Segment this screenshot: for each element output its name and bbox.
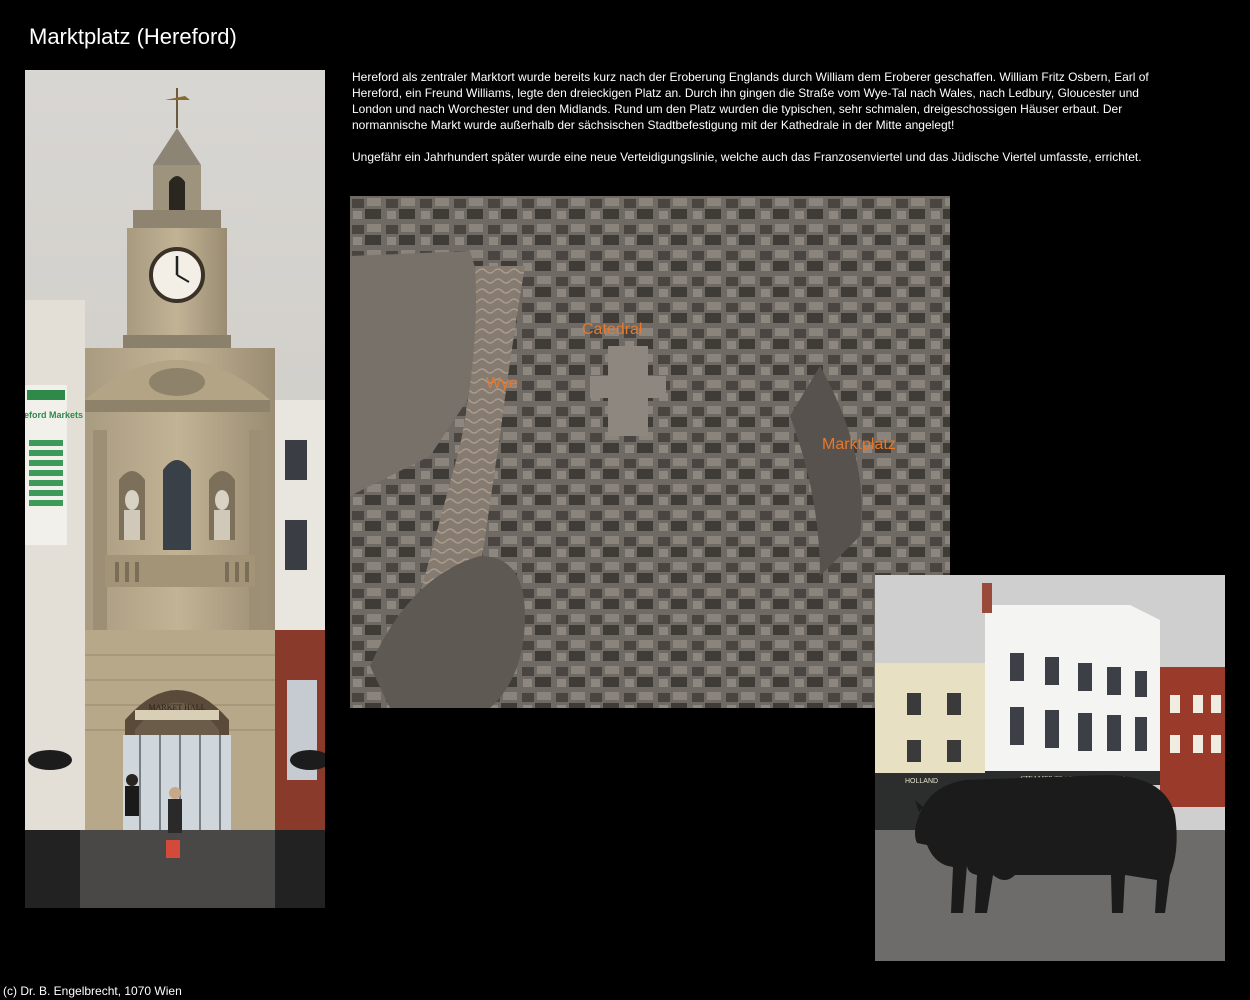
shop-sign-left: HOLLAND <box>905 778 938 785</box>
description-paragraph-1: Hereford als zentraler Marktort wurde be… <box>352 70 1149 132</box>
description-text: Hereford als zentraler Marktort wurde be… <box>352 69 1152 181</box>
map-label-cathedral: Catedral <box>582 321 642 338</box>
map-label-river: Wye <box>486 375 518 392</box>
relief-map-illustration: Wye Catedral Marktplatz <box>350 196 950 708</box>
bull-statue-illustration: HOLLAND STEAMER TRADING COOKSHOP <box>875 575 1225 961</box>
market-banner-title: Hereford Markets <box>25 410 83 420</box>
page-title: Marktplatz (Hereford) <box>29 24 237 49</box>
description-paragraph-2: Ungefähr ein Jahrhundert später wurde ei… <box>352 150 1142 164</box>
map-label-market: Marktplatz <box>822 436 896 453</box>
market-hall-sign: MARKET HALL <box>149 703 206 712</box>
clock-tower-illustration: MARKET HALL Hereford Markets <box>25 70 325 908</box>
clock-tower-photo: MARKET HALL Hereford Markets <box>25 70 325 908</box>
relief-map-photo: Wye Catedral Marktplatz <box>350 196 950 708</box>
copyright-text: (c) Dr. B. Engelbrecht, 1070 Wien <box>3 984 182 998</box>
bull-statue-photo: HOLLAND STEAMER TRADING COOKSHOP <box>875 575 1225 961</box>
